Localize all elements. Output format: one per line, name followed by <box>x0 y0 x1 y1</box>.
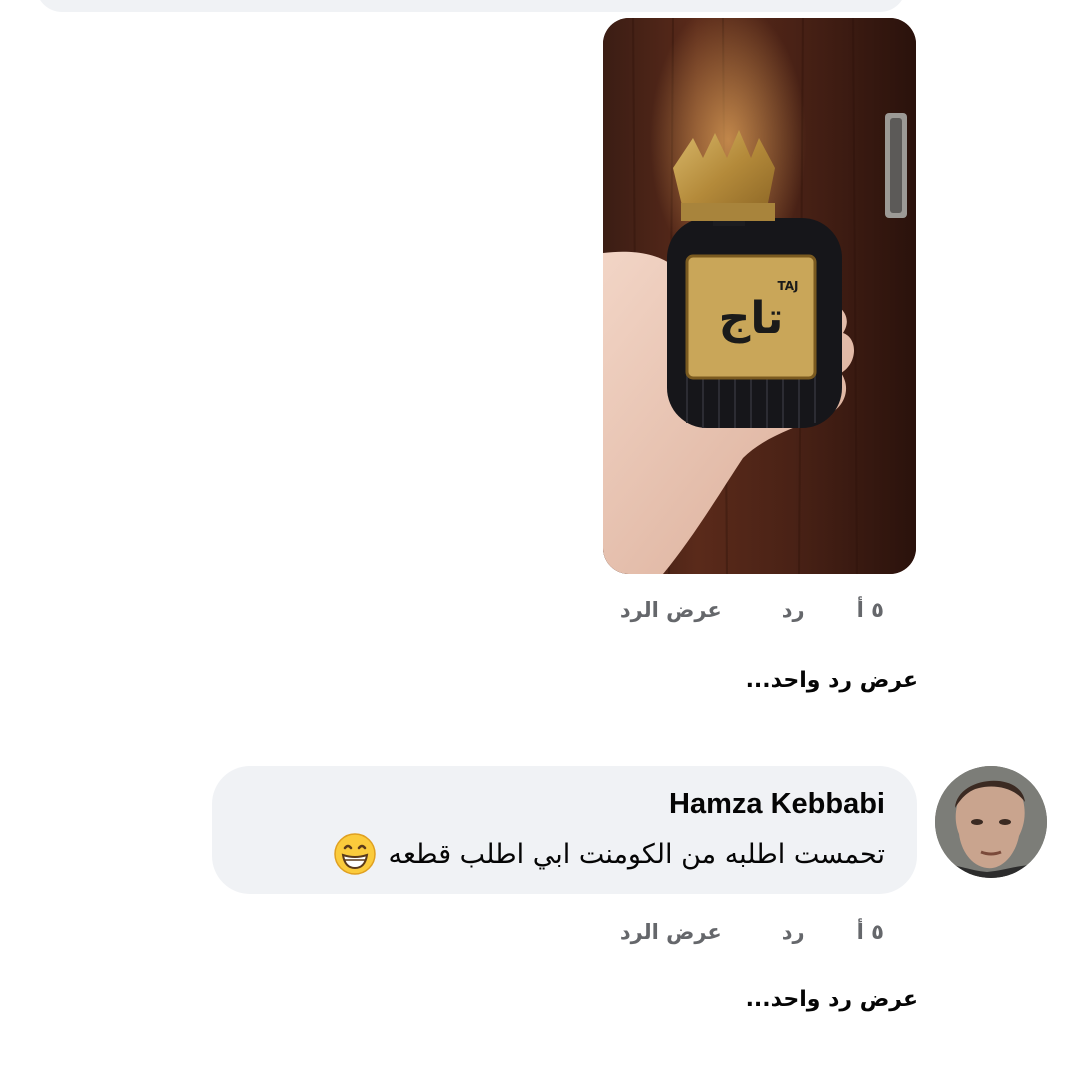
view-one-reply-link[interactable]: عرض رد واحد... <box>518 987 918 1027</box>
view-reply-link[interactable]: عرض الرد <box>620 598 722 622</box>
grinning-face-icon <box>333 832 377 876</box>
comment-bubble: Hamza Kebbabi تحمست اطلبه من الكومنت ابي… <box>212 766 917 894</box>
comment-text: تحمست اطلبه من الكومنت ابي اطلب قطعه <box>388 838 885 870</box>
previous-comment-bubble <box>36 0 906 12</box>
reply-button[interactable]: رد <box>782 920 805 944</box>
profile-photo-icon <box>935 766 1047 878</box>
comment-actions-1: ٥ أ رد عرض الرد <box>564 590 884 630</box>
perfume-photo-image: تاج TAJ <box>603 18 916 574</box>
reply-button[interactable]: رد <box>782 598 805 622</box>
comment-photo[interactable]: تاج TAJ <box>603 18 916 574</box>
view-reply-link[interactable]: عرض الرد <box>620 920 722 944</box>
comment-time: ٥ أ <box>856 598 884 622</box>
view-one-reply-link[interactable]: عرض رد واحد... <box>518 668 918 708</box>
comment-time: ٥ أ <box>856 920 884 944</box>
comment-actions-2: ٥ أ رد عرض الرد <box>564 912 884 952</box>
bottle-label-arabic: تاج <box>719 293 784 344</box>
comment-body: تحمست اطلبه من الكومنت ابي اطلب قطعه <box>333 832 885 876</box>
avatar[interactable] <box>935 766 1047 878</box>
bottle-label-latin: TAJ <box>777 279 798 293</box>
comment-author-name[interactable]: Hamza Kebbabi <box>669 788 885 821</box>
